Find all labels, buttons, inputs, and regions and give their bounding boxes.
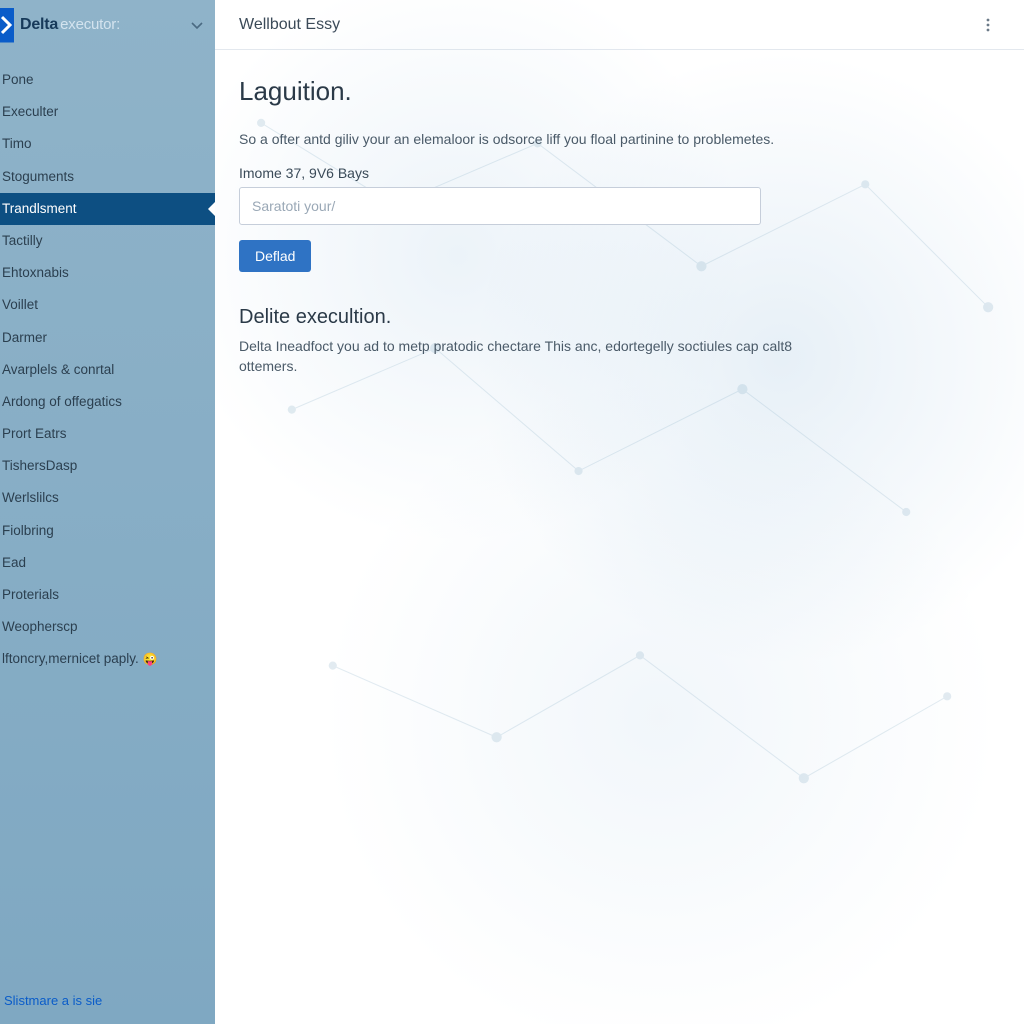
page-heading: Laguition.	[239, 76, 1000, 107]
sidebar-item-5[interactable]: Tactilly	[0, 225, 215, 257]
sidebar-item-6[interactable]: Ehtoxnabis	[0, 257, 215, 289]
sidebar: Deltaexecutor: Pone Execulter Timo Stogumen…	[0, 0, 215, 1024]
kebab-menu-icon[interactable]	[976, 13, 1000, 37]
sidebar-item-label: Ardong of offegatics	[2, 394, 122, 409]
sidebar-item-label: Trandlsment	[2, 201, 77, 216]
primary-action-button[interactable]: Deflad	[239, 240, 311, 272]
sidebar-item-8[interactable]: Darmer	[0, 322, 215, 354]
sidebar-item-12[interactable]: TishersDasp	[0, 450, 215, 482]
sidebar-item-label: Fiolbring	[2, 523, 54, 538]
section-body-text: Delta Ineadfoct you ad to metp pratodic …	[239, 337, 799, 376]
sidebar-item-label: Ead	[2, 555, 26, 570]
sidebar-item-label: Prort Eatrs	[2, 426, 67, 441]
sidebar-item-label: Timo	[2, 136, 32, 151]
sidebar-item-18[interactable]: lftoncry,mernicet paply. 😜	[0, 643, 215, 675]
badge-icon: 😜	[143, 652, 158, 666]
sidebar-item-16[interactable]: Proterials	[0, 579, 215, 611]
sidebar-item-label: Stoguments	[2, 169, 74, 184]
sidebar-nav: Pone Execulter Timo Stoguments Trandlsment Ta…	[0, 50, 215, 676]
app-root: Deltaexecutor: Pone Execulter Timo Stogumen…	[0, 0, 1024, 1024]
main-area: Wellbout Essy Laguition. So a ofter antd…	[215, 0, 1024, 1024]
chevron-down-icon[interactable]	[189, 17, 205, 33]
brand-name-main: Delta	[20, 16, 58, 33]
sidebar-item-label: Werlslilcs	[2, 490, 59, 505]
sidebar-item-label: lftoncry,mernicet paply.	[2, 651, 139, 666]
sidebar-item-7[interactable]: Voillet	[0, 289, 215, 321]
sidebar-item-label: TishersDasp	[2, 458, 77, 473]
sidebar-item-15[interactable]: Ead	[0, 547, 215, 579]
sidebar-footer-link[interactable]: Slistmare a is sie	[4, 993, 102, 1008]
sidebar-item-11[interactable]: Prort Eatrs	[0, 418, 215, 450]
brand-logo-icon	[0, 8, 14, 43]
sidebar-footer: Slistmare a is sie	[0, 982, 215, 1024]
input-label: Imome 37, 9V6 Bays	[239, 165, 1000, 181]
sidebar-item-4[interactable]: Trandlsment	[0, 193, 215, 225]
sidebar-item-label: Darmer	[2, 330, 47, 345]
sidebar-item-label: Execulter	[2, 104, 58, 119]
page-title: Wellbout Essy	[239, 16, 340, 34]
main-text-input[interactable]	[239, 187, 761, 225]
sidebar-item-14[interactable]: Fiolbring	[0, 515, 215, 547]
sidebar-item-9[interactable]: Avarplels & conrtal	[0, 354, 215, 386]
topbar: Wellbout Essy	[215, 0, 1024, 50]
brand-name: Deltaexecutor:	[20, 16, 120, 34]
sidebar-item-label: Voillet	[2, 297, 38, 312]
sidebar-item-label: Tactilly	[2, 233, 43, 248]
sidebar-item-label: Ehtoxnabis	[2, 265, 69, 280]
brand-name-sub: executor:	[60, 16, 120, 33]
section-heading: Delite execultion.	[239, 306, 1000, 329]
sidebar-item-label: Proterials	[2, 587, 59, 602]
sidebar-item-0[interactable]: Pone	[0, 64, 215, 96]
sidebar-item-label: Pone	[2, 72, 34, 87]
sidebar-item-2[interactable]: Timo	[0, 128, 215, 160]
sidebar-item-10[interactable]: Ardong of offegatics	[0, 386, 215, 418]
sidebar-item-1[interactable]: Execulter	[0, 96, 215, 128]
brand-bar[interactable]: Deltaexecutor:	[0, 0, 215, 50]
sidebar-item-label: Weopherscp	[2, 619, 78, 634]
sidebar-item-3[interactable]: Stoguments	[0, 161, 215, 193]
page-intro-text: So a ofter antd giliv your an elemaloor …	[239, 131, 1000, 147]
sidebar-item-13[interactable]: Werlslilcs	[0, 482, 215, 514]
content: Laguition. So a ofter antd giliv your an…	[215, 50, 1024, 402]
sidebar-item-label: Avarplels & conrtal	[2, 362, 114, 377]
sidebar-item-17[interactable]: Weopherscp	[0, 611, 215, 643]
